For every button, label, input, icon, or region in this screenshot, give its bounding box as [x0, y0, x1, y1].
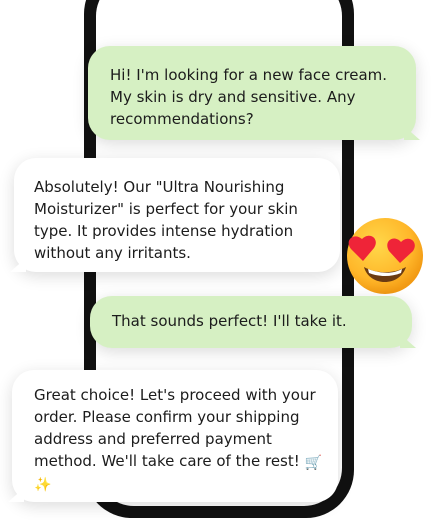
chat-bubble-incoming: Absolutely! Our "Ultra Nourishing Moistu…: [10, 158, 340, 272]
message-text: Absolutely! Our "Ultra Nourishing Moistu…: [34, 178, 298, 262]
message-text: Hi! I'm looking for a new face cream. My…: [110, 66, 388, 128]
heart-eyes-emoji-icon: [347, 218, 423, 294]
chat-bubble-outgoing: Hi! I'm looking for a new face cream. My…: [88, 46, 420, 140]
message-text: Great choice! Let's proceed with your or…: [34, 386, 316, 470]
chat-bubble-outgoing: That sounds perfect! I'll take it.: [90, 296, 416, 348]
chat-bubble-incoming: Great choice! Let's proceed with your or…: [8, 370, 338, 502]
message-text: That sounds perfect! I'll take it.: [112, 312, 347, 330]
